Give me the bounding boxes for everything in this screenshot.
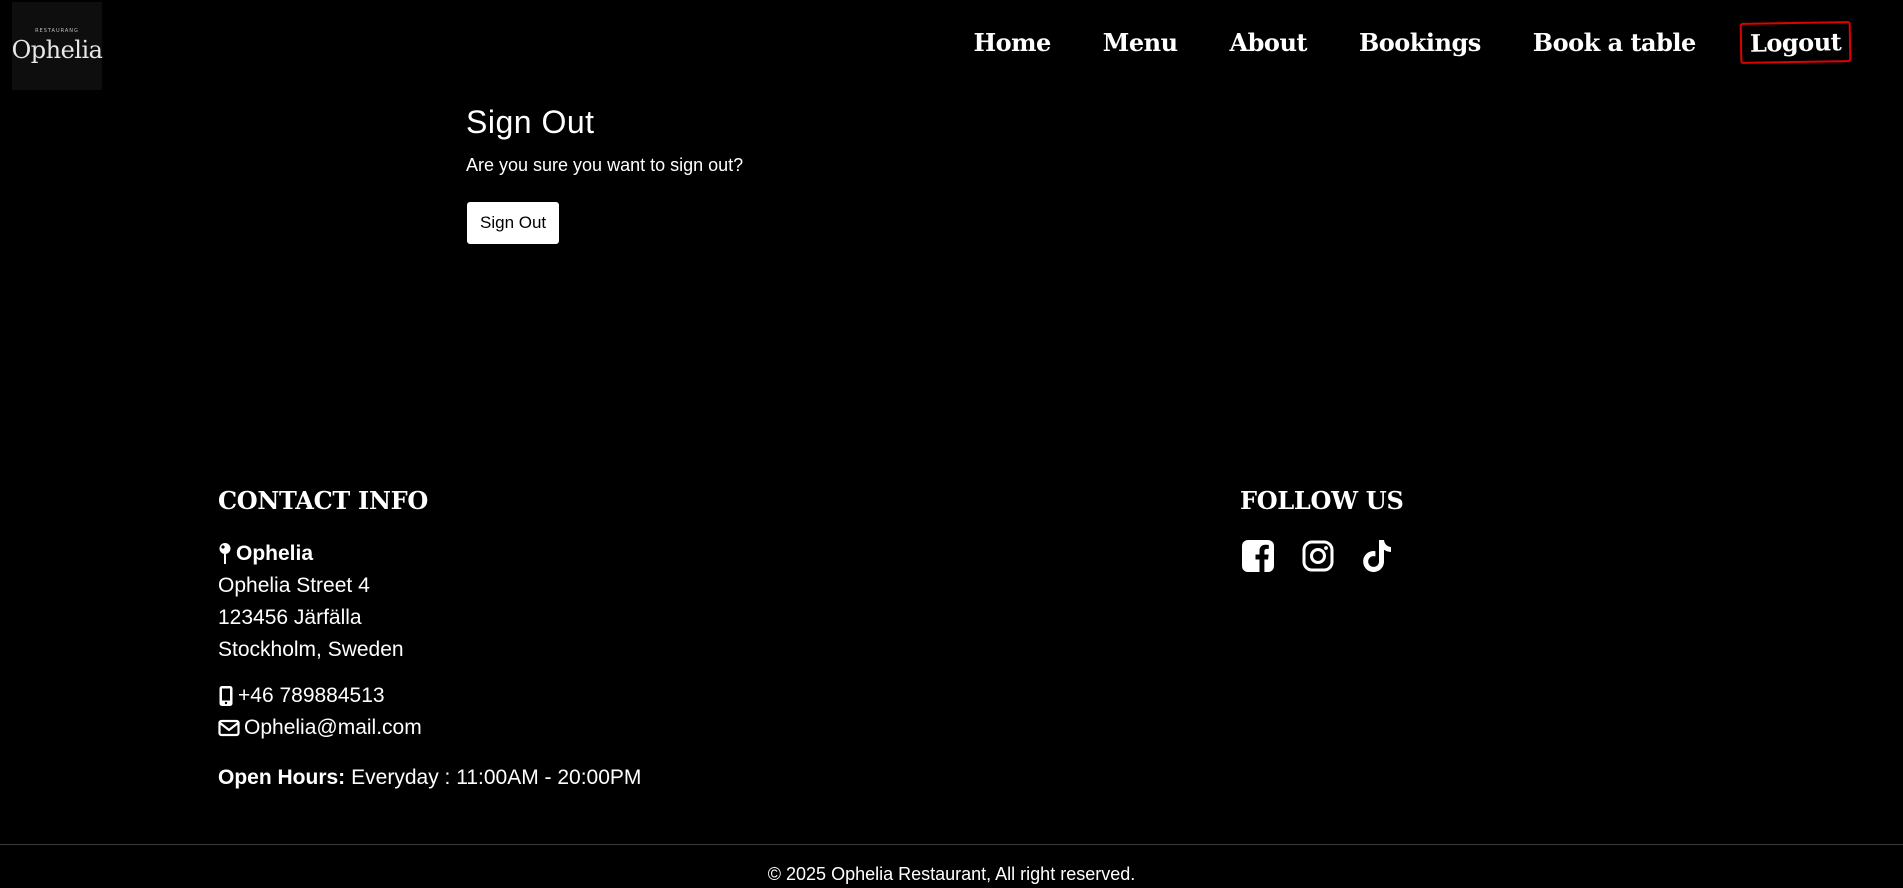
follow-heading: FOLLOW US bbox=[1240, 486, 1404, 515]
contact-name: Ophelia bbox=[236, 542, 314, 565]
contact-phone[interactable]: +46 789884513 bbox=[238, 680, 385, 712]
signout-prompt: Are you sure you want to sign out? bbox=[466, 155, 744, 175]
address-street: Ophelia Street 4 bbox=[218, 574, 370, 597]
address-city: Stockholm, Sweden bbox=[218, 638, 404, 661]
address-block: Ophelia Ophelia Street 4 123456 Järfälla… bbox=[218, 538, 641, 666]
address-postal: 123456 Järfälla bbox=[218, 606, 362, 629]
mobile-phone-icon bbox=[218, 685, 234, 707]
nav-home[interactable]: Home bbox=[973, 28, 1051, 57]
contact-details: +46 789884513 Ophelia@mail.com bbox=[218, 680, 641, 744]
signout-panel: Sign Out Are you sure you want to sign o… bbox=[466, 104, 743, 244]
sign-out-button[interactable]: Sign Out bbox=[467, 202, 560, 244]
open-hours: Open Hours: Everyday : 11:00AM - 20:00PM bbox=[218, 762, 641, 794]
nav-logout[interactable]: Logout bbox=[1739, 21, 1852, 64]
main-nav: Home Menu About Bookings Book a table Lo… bbox=[973, 21, 1852, 64]
page-title: Sign Out bbox=[466, 104, 595, 140]
nav-bookings[interactable]: Bookings bbox=[1359, 28, 1481, 57]
logo-subtitle: RESTAURANG bbox=[35, 28, 79, 34]
tiktok-icon[interactable] bbox=[1361, 538, 1395, 574]
nav-menu[interactable]: Menu bbox=[1103, 28, 1178, 57]
map-pin-icon bbox=[218, 542, 232, 566]
copyright-text: © 2025 Ophelia Restaurant, All right res… bbox=[767, 864, 1136, 884]
contact-info: CONTACT INFO Ophelia Ophelia Street 4 12… bbox=[218, 486, 641, 794]
nav-about[interactable]: About bbox=[1230, 28, 1308, 57]
follow-us: FOLLOW US bbox=[1240, 486, 1404, 574]
footer-divider bbox=[0, 844, 1903, 845]
contact-email[interactable]: Ophelia@mail.com bbox=[244, 712, 422, 744]
contact-heading: CONTACT INFO bbox=[218, 486, 428, 515]
envelope-icon bbox=[218, 719, 240, 737]
instagram-icon[interactable] bbox=[1301, 539, 1335, 573]
open-hours-value: Everyday : 11:00AM - 20:00PM bbox=[351, 766, 642, 789]
social-links bbox=[1241, 538, 1403, 574]
open-hours-label: Open Hours: bbox=[218, 766, 346, 789]
logo-name: Ophelia bbox=[11, 36, 103, 64]
facebook-icon[interactable] bbox=[1241, 539, 1275, 573]
restaurant-logo[interactable]: RESTAURANG Ophelia bbox=[11, 2, 103, 90]
nav-book-a-table[interactable]: Book a table bbox=[1533, 28, 1697, 57]
